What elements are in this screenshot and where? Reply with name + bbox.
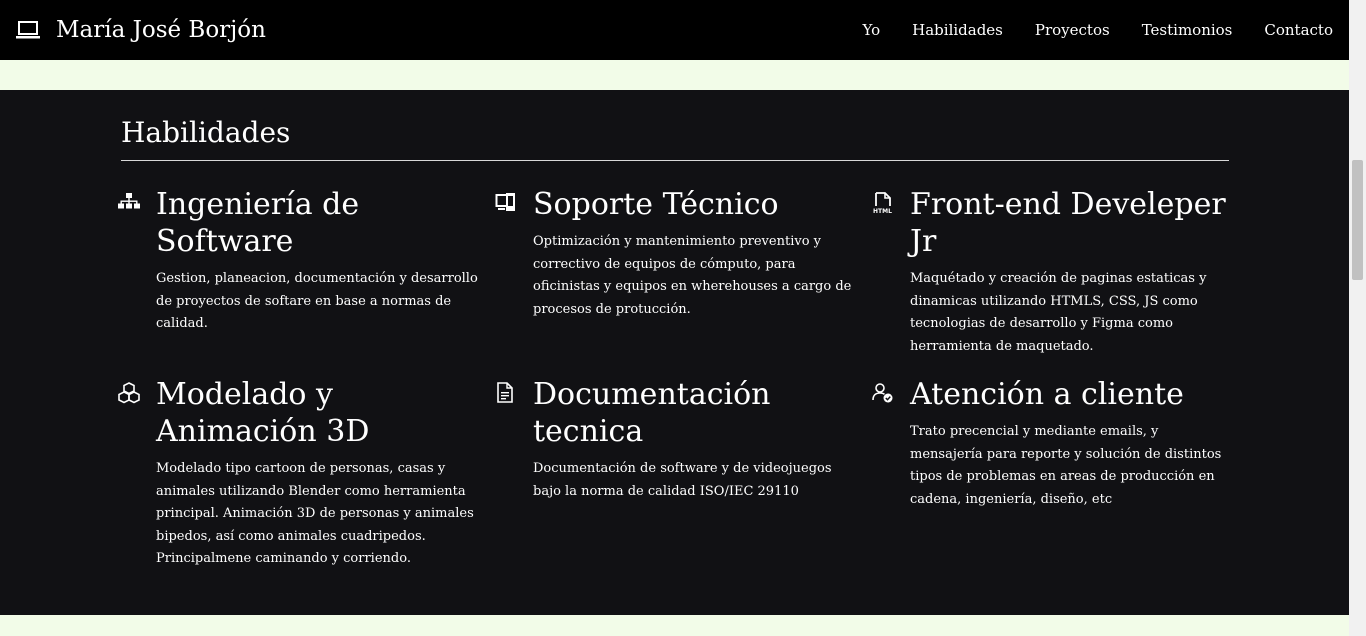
- skill-description: Gestion, planeacion, documentación y des…: [156, 271, 478, 331]
- skill-card-software-engineering: Ingeniería de Software Gestion, planeaci…: [118, 186, 495, 358]
- laptop-icon: [16, 18, 40, 42]
- skill-card-customer-service: Atención a cliente Trato precencial y me…: [872, 376, 1238, 571]
- document-icon: [495, 376, 533, 404]
- skill-title: Atención a cliente: [910, 377, 1184, 412]
- skill-description: Maquétado y creación de paginas estatica…: [910, 271, 1207, 354]
- navbar: María José Borjón Yo Habilidades Proyect…: [0, 0, 1349, 60]
- skill-description: Documentación de software y de videojueg…: [533, 461, 832, 499]
- nav-links: Yo Habilidades Proyectos Testimonios Con…: [863, 0, 1334, 60]
- html-file-icon: HTML: [872, 186, 910, 214]
- nav-link-habilidades[interactable]: Habilidades: [912, 21, 1003, 39]
- nav-link-proyectos[interactable]: Proyectos: [1035, 21, 1110, 39]
- nav-link-yo[interactable]: Yo: [863, 21, 881, 39]
- skills-grid: Ingeniería de Software Gestion, planeaci…: [118, 186, 1238, 571]
- skill-card-technical-support: Soporte Técnico Optimización y mantenimi…: [495, 186, 872, 358]
- devices-icon: [495, 186, 533, 214]
- skills-section: Habilidades Ingeniería de Software Gesti…: [0, 90, 1349, 615]
- section-divider: [121, 160, 1229, 161]
- skill-description: Modelado tipo cartoon de personas, casas…: [156, 461, 474, 566]
- skill-description: Trato precencial y mediante emails, y me…: [910, 424, 1222, 507]
- skill-title: Modelado y Animación 3D: [156, 377, 370, 449]
- page-scrollbar[interactable]: [1349, 0, 1366, 636]
- scrollbar-thumb[interactable]: [1352, 160, 1363, 280]
- section-title: Habilidades: [121, 116, 291, 149]
- sitemap-icon: [118, 186, 156, 210]
- brand[interactable]: María José Borjón: [16, 0, 266, 60]
- skill-title: Documentación tecnica: [533, 377, 771, 449]
- skill-title: Soporte Técnico: [533, 187, 779, 222]
- skill-card-frontend: HTML Front-end Develeper Jr Maquétado y …: [872, 186, 1238, 358]
- user-check-icon: [872, 376, 910, 404]
- skill-title: Front-end Develeper Jr: [910, 187, 1226, 259]
- skill-description: Optimización y mantenimiento preventivo …: [533, 234, 852, 317]
- svg-text:HTML: HTML: [873, 208, 892, 214]
- brand-name: María José Borjón: [56, 17, 266, 43]
- skill-card-documentation: Documentación tecnica Documentación de s…: [495, 376, 872, 571]
- nav-link-testimonios[interactable]: Testimonios: [1142, 21, 1233, 39]
- skill-card-3d-modeling: Modelado y Animación 3D Modelado tipo ca…: [118, 376, 495, 571]
- boxes-3d-icon: [118, 376, 156, 404]
- skill-title: Ingeniería de Software: [156, 187, 360, 259]
- nav-link-contacto[interactable]: Contacto: [1264, 21, 1333, 39]
